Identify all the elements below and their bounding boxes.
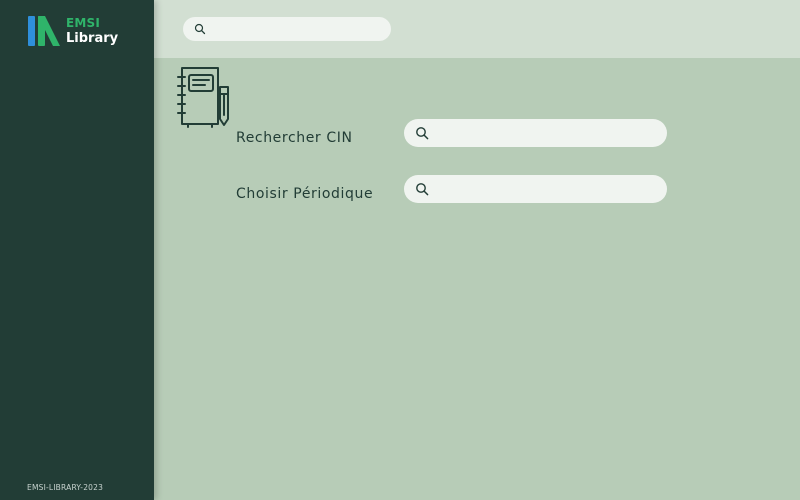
app-logo[interactable]: EMSI Library [27, 14, 127, 50]
logo-line-1: EMSI [66, 16, 101, 30]
logo-line-2: Library [66, 31, 119, 46]
library-logo-icon [28, 16, 60, 46]
cin-search-field[interactable] [404, 119, 667, 147]
periodique-label: Choisir Périodique [236, 186, 374, 202]
logo-text: EMSI Library [66, 15, 118, 47]
sidebar: EMSI Library EMSI-LIBRARY-2023 [0, 0, 154, 500]
notebook-pen-icon [177, 67, 229, 128]
top-search-input[interactable] [209, 17, 385, 41]
search-icon [416, 127, 429, 140]
search-icon [416, 183, 429, 196]
periodique-input[interactable] [436, 175, 658, 203]
sidebar-footer: EMSI-LIBRARY-2023 [27, 483, 104, 492]
search-icon [194, 23, 206, 35]
top-bar [154, 0, 800, 58]
top-search-box[interactable] [183, 17, 391, 41]
cin-input[interactable] [436, 119, 658, 147]
periodique-search-field[interactable] [404, 175, 667, 203]
cin-label: Rechercher CIN [236, 130, 353, 146]
